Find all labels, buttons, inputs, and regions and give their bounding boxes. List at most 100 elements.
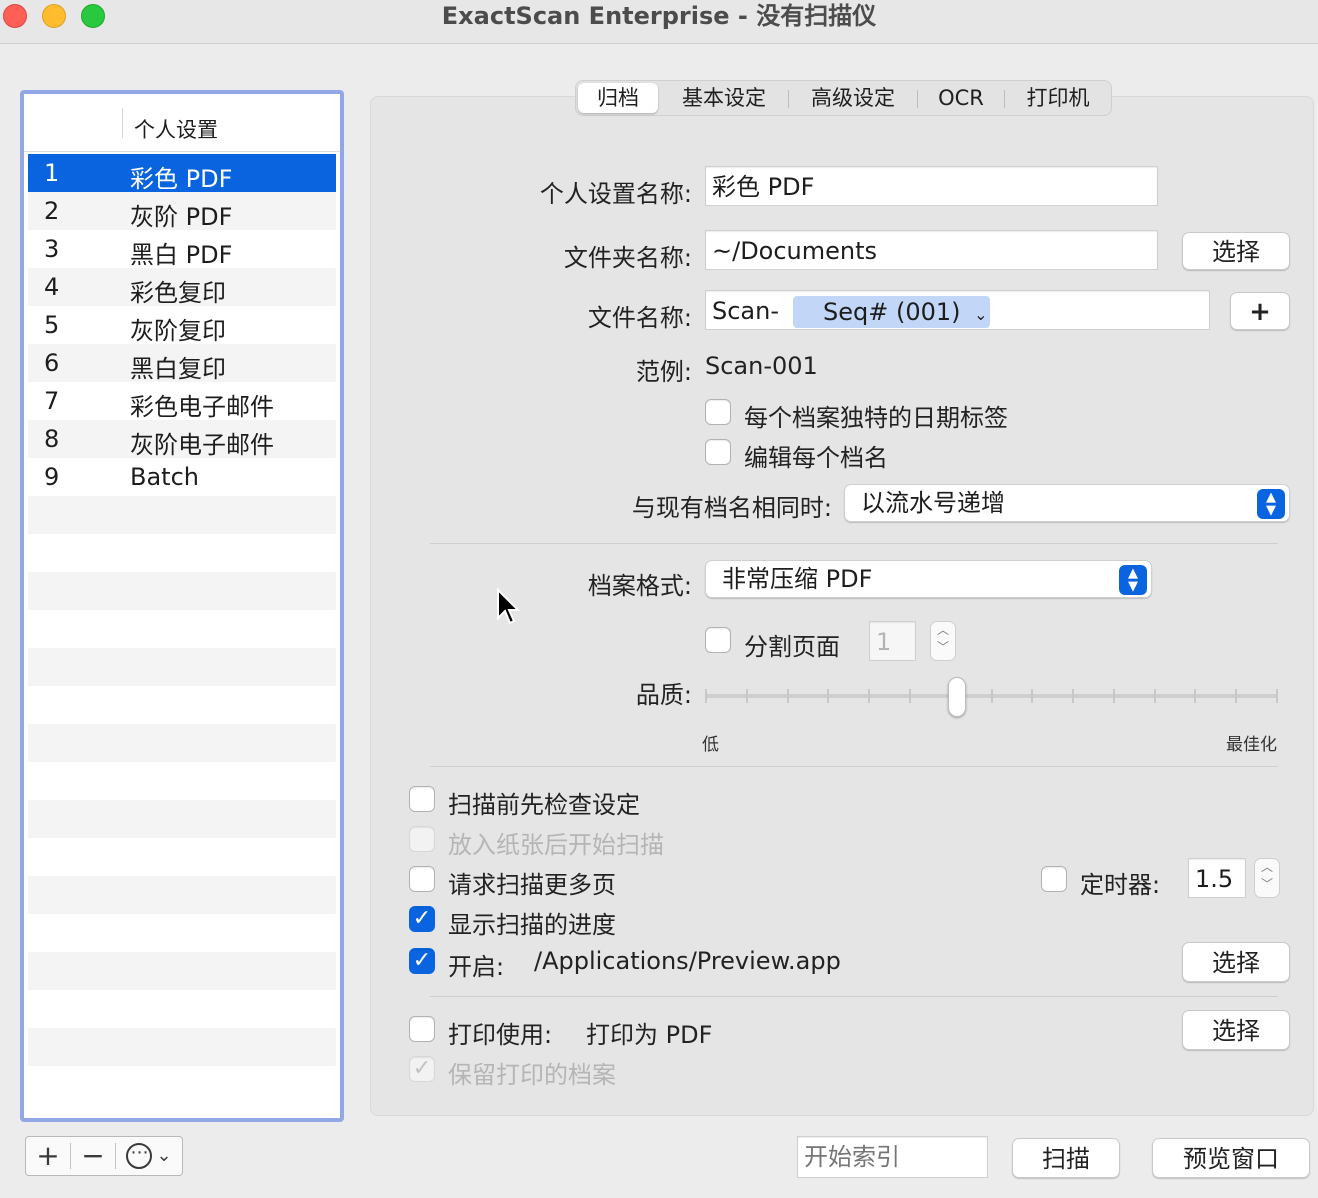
column-divider	[122, 108, 123, 138]
open-after-scan-checkbox[interactable]: ✓	[409, 948, 435, 974]
file-format-label: 档案格式:	[587, 572, 692, 600]
profile-name: 彩色电子邮件	[130, 393, 274, 421]
ask-more-pages-label: 请求扫描更多页	[448, 871, 616, 899]
profile-name: 彩色复印	[130, 279, 226, 307]
ask-more-pages-checkbox[interactable]	[409, 866, 435, 892]
timer-stepper[interactable]: ︿ ﹀	[1254, 858, 1280, 898]
mouse-pointer-icon	[497, 588, 520, 625]
same-name-popup[interactable]: 以流水号递增 ▲ ▼	[844, 484, 1290, 522]
print-with-checkbox[interactable]	[409, 1016, 435, 1042]
profile-list[interactable]: 个人设置 1 彩色 PDF 2 灰阶 PDF 3 黑白 PDF 4 彩色复印 5 灰阶复印 6 黑白复…	[20, 90, 344, 1122]
unique-date-label: 每个档案独特的日期标签	[744, 404, 1008, 432]
profile-number: 2	[44, 197, 60, 225]
slider-tick	[1235, 689, 1237, 703]
edit-each-name-label: 编辑每个档名	[744, 444, 888, 472]
section-divider	[430, 543, 1278, 544]
slider-tick	[868, 689, 870, 703]
profile-row[interactable]: 7 彩色电子邮件	[28, 382, 336, 421]
tab-archive[interactable]: 归档	[578, 83, 658, 113]
scan-button[interactable]: 扫描	[1012, 1138, 1120, 1178]
popup-arrows-icon: ▲ ▼	[1257, 489, 1285, 519]
choose-printer-button[interactable]: 选择	[1182, 1010, 1290, 1050]
open-app-path: /Applications/Preview.app	[534, 947, 841, 975]
profile-name: 灰阶复印	[130, 317, 226, 345]
profile-name-label: 个人设置名称:	[539, 180, 692, 208]
choose-app-button[interactable]: 选择	[1182, 942, 1290, 982]
keep-printed-checkbox[interactable]: ✓	[409, 1056, 435, 1082]
add-token-button[interactable]: +	[1230, 292, 1290, 330]
empty-row	[28, 534, 336, 572]
add-profile-button[interactable]: +	[26, 1137, 70, 1175]
split-pages-stepper[interactable]: ︿ ﹀	[930, 621, 956, 661]
timer-field[interactable]: 1.5	[1188, 858, 1246, 898]
profile-row[interactable]: 4 彩色复印	[28, 268, 336, 307]
folder-name-field[interactable]: ~/Documents	[705, 230, 1158, 270]
profile-row[interactable]: 1 彩色 PDF	[28, 154, 336, 193]
remove-profile-button[interactable]: −	[71, 1137, 115, 1175]
folder-name-label: 文件夹名称:	[563, 244, 692, 272]
profile-row[interactable]: 3 黑白 PDF	[28, 230, 336, 269]
profile-name-field[interactable]: 彩色 PDF	[705, 166, 1158, 206]
profile-number: 1	[44, 159, 60, 187]
profile-name: Batch	[130, 463, 199, 491]
empty-row	[28, 686, 336, 724]
show-progress-label: 显示扫描的进度	[448, 911, 616, 939]
unique-date-checkbox[interactable]	[705, 399, 731, 425]
profile-row[interactable]: 8 灰阶电子邮件	[28, 420, 336, 459]
section-divider	[430, 996, 1278, 997]
tab-advanced-settings[interactable]: 高级设定	[792, 83, 914, 113]
split-pages-checkbox[interactable]	[705, 627, 731, 653]
empty-row	[28, 1066, 336, 1104]
split-pages-field[interactable]: 1	[869, 621, 916, 661]
tab-ocr[interactable]: OCR	[921, 83, 1001, 113]
empty-row	[28, 724, 336, 762]
check-before-scan-checkbox[interactable]	[409, 786, 435, 812]
tab-divider	[788, 90, 789, 108]
slider-tick	[1276, 689, 1278, 703]
empty-row	[28, 990, 336, 1028]
split-pages-label: 分割页面	[744, 633, 840, 661]
file-format-popup[interactable]: 非常压缩 PDF ▲ ▼	[705, 560, 1152, 598]
slider-tick	[1072, 689, 1074, 703]
slider-tick	[909, 689, 911, 703]
same-name-value: 以流水号递增	[861, 489, 1005, 517]
empty-row	[28, 572, 336, 610]
file-name-label: 文件名称:	[587, 304, 692, 332]
tab-basic-settings[interactable]: 基本设定	[664, 83, 784, 113]
profile-number: 5	[44, 311, 60, 339]
slider-tick	[705, 689, 707, 703]
more-actions-button[interactable]: ⋯ ⌄	[116, 1137, 182, 1175]
slider-tick	[787, 689, 789, 703]
timer-checkbox[interactable]	[1041, 866, 1067, 892]
print-with-label: 打印使用:	[448, 1021, 553, 1049]
profile-row[interactable]: 9 Batch	[28, 458, 336, 496]
start-on-paper-label: 放入纸张后开始扫描	[448, 831, 664, 859]
slider-tick	[1113, 689, 1115, 703]
example-label: 范例:	[635, 358, 692, 386]
profile-row[interactable]: 2 灰阶 PDF	[28, 192, 336, 231]
empty-row	[28, 952, 336, 990]
start-index-input[interactable]	[797, 1136, 988, 1178]
start-on-paper-checkbox[interactable]	[409, 826, 435, 852]
quality-high-label: 最佳化	[1226, 735, 1277, 755]
tab-divider	[1004, 90, 1005, 108]
chevron-down-icon: ⌄	[974, 305, 988, 324]
tab-printer[interactable]: 打印机	[1008, 83, 1108, 113]
profile-name: 黑白复印	[130, 355, 226, 383]
preview-window-button[interactable]: 预览窗口	[1152, 1138, 1310, 1178]
same-name-label: 与现有档名相同时:	[631, 494, 832, 522]
section-divider	[430, 766, 1278, 767]
show-progress-checkbox[interactable]: ✓	[409, 906, 435, 932]
profile-list-toolbar: + − ⋯ ⌄	[25, 1136, 183, 1176]
profile-name: 灰阶 PDF	[130, 203, 233, 231]
quality-slider-thumb[interactable]	[948, 677, 966, 717]
sequence-token[interactable]: Seq# (001) ⌄	[793, 296, 990, 328]
chevron-down-icon: ⌄	[156, 1145, 172, 1166]
profile-row[interactable]: 6 黑白复印	[28, 344, 336, 383]
edit-each-name-checkbox[interactable]	[705, 439, 731, 465]
profile-row[interactable]: 5 灰阶复印	[28, 306, 336, 345]
profile-number: 7	[44, 387, 60, 415]
choose-folder-button[interactable]: 选择	[1182, 232, 1290, 270]
profile-column-header[interactable]: 个人设置	[134, 114, 218, 144]
profile-name: 黑白 PDF	[130, 241, 233, 269]
